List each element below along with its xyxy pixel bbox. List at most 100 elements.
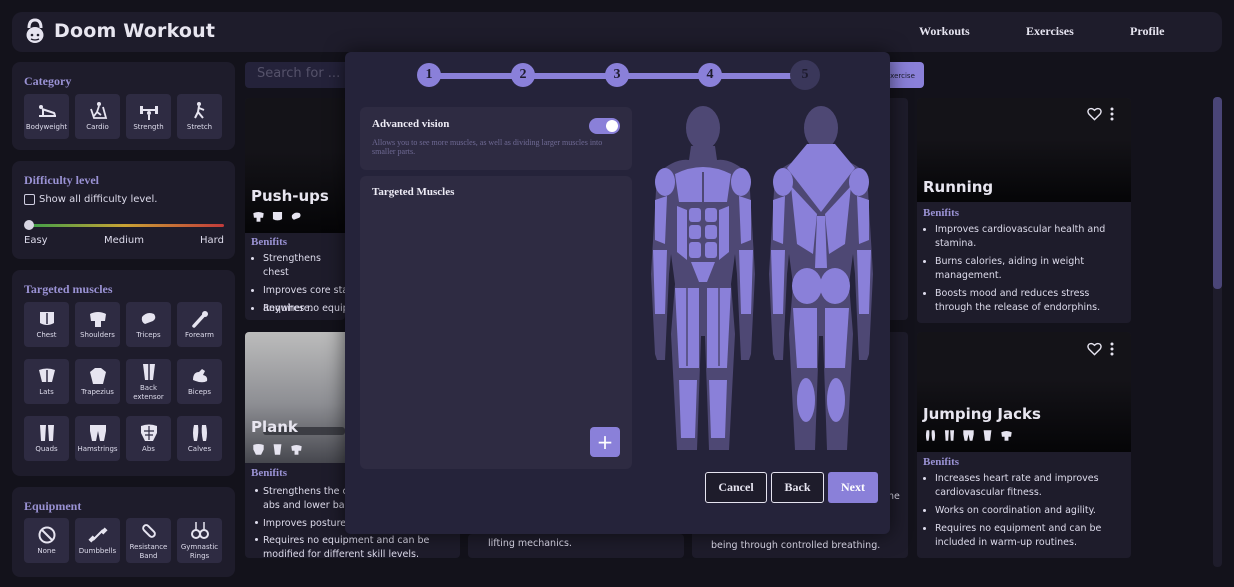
muscle-calves-right[interactable] xyxy=(827,378,845,422)
back-extensor-icon xyxy=(142,363,155,380)
nav-link-exercises[interactable]: Exercises xyxy=(1026,24,1074,39)
category-strength[interactable]: Strength xyxy=(126,94,171,139)
category-cardio[interactable]: Cardio xyxy=(75,94,120,139)
difficulty-slider-track[interactable] xyxy=(26,224,224,227)
brand[interactable]: Doom Workout xyxy=(24,18,215,44)
muscle-rear-delt-left[interactable] xyxy=(773,168,793,196)
muscle-biceps[interactable]: Biceps xyxy=(177,359,222,404)
hamstrings-icon xyxy=(963,430,974,441)
category-title: Category xyxy=(24,74,72,88)
muscle-shoulder-right[interactable] xyxy=(731,168,751,196)
muscle-forearm[interactable]: Forearm xyxy=(177,302,222,347)
muscle-chest[interactable]: Chest xyxy=(24,302,69,347)
triceps-icon xyxy=(141,313,155,324)
page-scrollbar-thumb[interactable] xyxy=(1213,97,1222,289)
kettlebell-logo-icon xyxy=(26,18,44,43)
muscle-shoulder-left[interactable] xyxy=(655,168,675,196)
benefit-item: Improves cardiovascular health and stami… xyxy=(935,223,1126,251)
body-front[interactable] xyxy=(651,106,755,450)
muscle-triceps[interactable]: Triceps xyxy=(126,302,171,347)
equipment-dumbbells[interactable]: Dumbbells xyxy=(75,518,120,563)
muscle-label: Forearm xyxy=(185,331,214,339)
muscle-label: Trapezius xyxy=(81,388,114,396)
muscle-rear-delt-right[interactable] xyxy=(849,168,869,196)
add-muscle-button[interactable]: + xyxy=(590,427,620,457)
muscle-triceps-right[interactable] xyxy=(857,196,869,244)
step-2[interactable]: 2 xyxy=(511,63,535,87)
exercise-benefits-list: Increases heart rate and improves cardio… xyxy=(921,472,1126,554)
muscle-hamstrings-right[interactable] xyxy=(825,308,849,368)
search-input[interactable]: Search for ... xyxy=(245,62,355,88)
benefit-item-continued: modified for different skill levels. xyxy=(263,549,420,558)
muscle-hamstrings-left[interactable] xyxy=(793,308,817,368)
heart-icon[interactable] xyxy=(1087,342,1102,356)
muscle-abs[interactable]: Abs xyxy=(126,416,171,461)
step-1[interactable]: 1 xyxy=(417,63,441,87)
muscle-shoulders[interactable]: Shoulders xyxy=(75,302,120,347)
muscle-label: Biceps xyxy=(188,388,211,396)
exercise-benefits-list: Improves cardiovascular health and stami… xyxy=(921,223,1126,319)
more-vertical-icon[interactable] xyxy=(1110,342,1114,356)
muscle-body-map[interactable] xyxy=(645,104,877,454)
muscle-obliques-right[interactable] xyxy=(719,206,729,260)
step-3[interactable]: 3 xyxy=(605,63,629,87)
category-bodyweight[interactable]: Bodyweight xyxy=(24,94,69,139)
heart-icon[interactable] xyxy=(1087,107,1102,121)
step-5-current[interactable]: 5 xyxy=(790,60,820,90)
step-4[interactable]: 4 xyxy=(698,63,722,87)
muscle-back-extensor[interactable] xyxy=(815,216,827,268)
muscle-quads[interactable]: Quads xyxy=(24,416,69,461)
muscle-biceps-right[interactable] xyxy=(739,196,751,244)
cancel-button[interactable]: Cancel xyxy=(705,472,767,503)
muscle-hamstrings[interactable]: Hamstrings xyxy=(75,416,120,461)
front-head xyxy=(686,106,720,150)
front-neck xyxy=(689,146,717,160)
show-all-difficulty-row[interactable]: Show all difficulty level. xyxy=(24,194,157,205)
muscle-biceps-left[interactable] xyxy=(655,196,667,244)
muscle-forearm-right[interactable] xyxy=(739,250,753,314)
muscle-shin-left[interactable] xyxy=(679,380,697,438)
muscle-glute-right[interactable] xyxy=(820,268,850,304)
equipment-label: None xyxy=(37,547,56,555)
muscle-glute-left[interactable] xyxy=(792,268,822,304)
benefit-item: Improves core sta xyxy=(263,284,345,298)
back-button[interactable]: Back xyxy=(771,472,824,503)
advanced-vision-toggle[interactable] xyxy=(589,118,620,134)
chest-icon xyxy=(39,312,54,325)
muscle-forearm-left[interactable] xyxy=(653,250,667,314)
muscle-calves-left[interactable] xyxy=(797,378,815,422)
equipment-label: Gymnastic Rings xyxy=(180,542,219,560)
muscle-obliques-left[interactable] xyxy=(677,206,687,260)
category-stretch[interactable]: Stretch xyxy=(177,94,222,139)
exercise-card-running[interactable]: Running Benifits Improves cardiovascular… xyxy=(917,98,1131,323)
muscle-shin-right[interactable] xyxy=(709,380,727,438)
benefit-item: Increases heart rate and improves cardio… xyxy=(935,472,1126,500)
category-panel: Category Bodyweight Cardio Strength Stre… xyxy=(12,62,235,150)
muscle-trapezius[interactable]: Trapezius xyxy=(75,359,120,404)
muscle-lats[interactable]: Lats xyxy=(24,359,69,404)
body-back[interactable] xyxy=(769,106,873,450)
show-all-label: Show all difficulty level. xyxy=(39,194,158,205)
equipment-title: Equipment xyxy=(24,499,82,513)
navbar: Doom Workout Workouts Exercises Profile xyxy=(12,12,1222,52)
muscle-back-extensor[interactable]: Back extensor xyxy=(126,359,171,404)
equipment-resistance-band[interactable]: Resistance Band xyxy=(126,518,171,563)
exercise-card-hidden-1[interactable]: lifting mechanics. xyxy=(468,534,684,558)
muscle-calves[interactable]: Calves xyxy=(177,416,222,461)
nav-link-profile[interactable]: Profile xyxy=(1130,24,1164,39)
show-all-checkbox[interactable] xyxy=(24,194,35,205)
muscle-back-forearm-right[interactable] xyxy=(857,250,871,314)
benefit-item: Requires no equipment and can be include… xyxy=(935,522,1126,550)
exercise-card-pushups[interactable]: Push-ups Benifits Strengthens chest Impr… xyxy=(245,98,345,320)
nav-link-workouts[interactable]: Workouts xyxy=(919,24,970,39)
benefit-item-continued: anywhere. xyxy=(263,303,313,314)
next-button[interactable]: Next xyxy=(828,472,878,503)
card-actions xyxy=(1087,107,1114,121)
equipment-none[interactable]: None xyxy=(24,518,69,563)
equipment-gymnastic-rings[interactable]: Gymnastic Rings xyxy=(177,518,222,563)
muscle-triceps-left[interactable] xyxy=(773,196,785,244)
difficulty-slider-handle[interactable] xyxy=(24,220,34,230)
exercise-card-jumping-jacks[interactable]: Jumping Jacks Benifits Increases heart r… xyxy=(917,332,1131,558)
muscle-back-forearm-left[interactable] xyxy=(771,250,785,314)
more-vertical-icon[interactable] xyxy=(1110,107,1114,121)
